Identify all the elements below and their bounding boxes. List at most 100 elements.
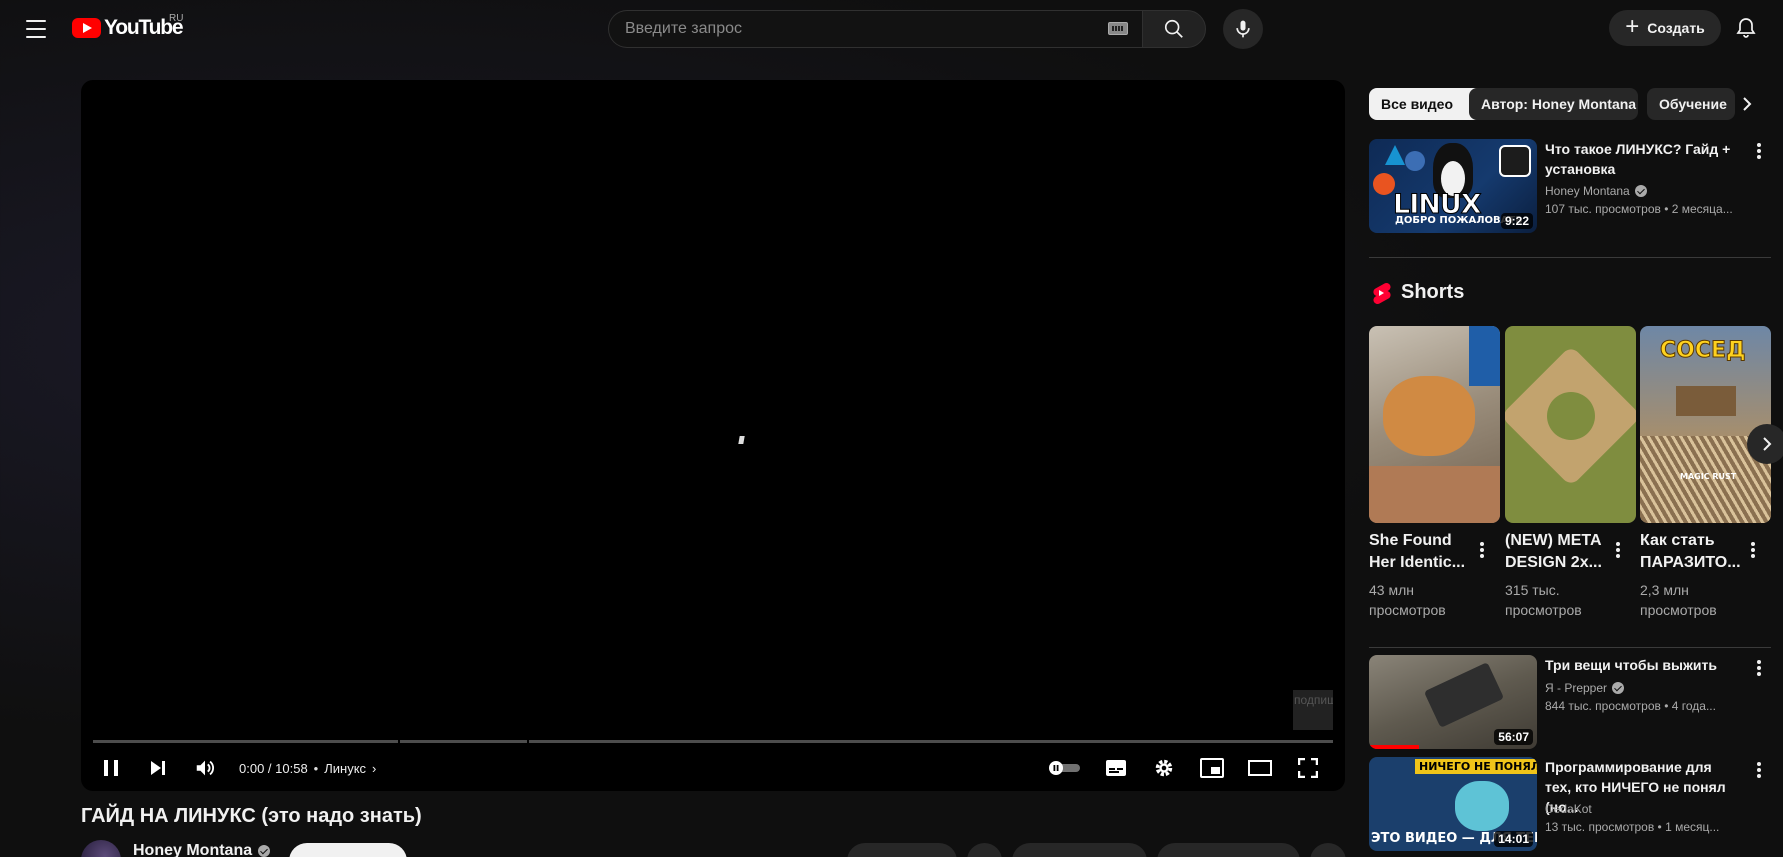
share-button[interactable] xyxy=(1012,843,1147,857)
theater-mode-button[interactable] xyxy=(1240,748,1280,788)
fullscreen-button[interactable] xyxy=(1288,748,1328,788)
short-views: 43 млн просмотров xyxy=(1369,582,1446,618)
video-channel[interactable]: Я - Prepper xyxy=(1545,681,1607,695)
duration-badge: 56:07 xyxy=(1494,729,1533,745)
search-button[interactable] xyxy=(1142,10,1206,48)
channel-name-row[interactable]: Honey Montana xyxy=(133,842,271,857)
verified-icon xyxy=(1612,682,1625,694)
more-vert-icon[interactable] xyxy=(1615,540,1621,560)
ubuntu-icon xyxy=(1373,173,1395,195)
divider xyxy=(1369,647,1771,648)
autoplay-toggle[interactable] xyxy=(1044,748,1084,788)
video-thumbnail[interactable]: НИЧЕГО НЕ ПОНЯЛ? ЭТО ВИДЕО — ДЛЯ ТЕБЯ 14… xyxy=(1369,757,1537,851)
notifications-bell-icon[interactable] xyxy=(1734,16,1758,40)
video-channel[interactable]: DedaKot xyxy=(1545,802,1592,816)
gear-icon xyxy=(1155,759,1173,777)
settings-button[interactable] xyxy=(1144,748,1184,788)
verified-icon xyxy=(1634,185,1647,197)
chevron-right-icon[interactable] xyxy=(1737,94,1757,114)
chip-author[interactable]: Автор: Honey Montana xyxy=(1469,88,1638,120)
search-box xyxy=(608,10,1142,48)
subscribe-button[interactable] xyxy=(289,843,407,857)
clip-button[interactable] xyxy=(1157,843,1300,857)
video-thumbnail[interactable]: 56:07 xyxy=(1369,655,1537,749)
video-meta: 13 тыс. просмотров • 1 месяц... xyxy=(1545,820,1720,834)
youtube-logo[interactable]: YouTube xyxy=(72,16,184,40)
chevron-right-icon[interactable]: › xyxy=(372,761,376,776)
short-title[interactable]: She Found Her Identic... xyxy=(1369,530,1469,574)
player-controls: 0:00 / 10:58 • Линукс › xyxy=(81,748,1345,788)
watch-progress xyxy=(1369,745,1420,749)
microphone-icon xyxy=(1236,20,1250,38)
video-channel-row[interactable]: Honey Montana xyxy=(1545,184,1647,198)
more-vert-icon[interactable] xyxy=(1756,760,1762,780)
create-label: Создать xyxy=(1647,20,1705,36)
keyboard-icon[interactable] xyxy=(1108,22,1128,35)
chevron-right-icon xyxy=(1763,437,1772,451)
more-vert-icon[interactable] xyxy=(1479,540,1485,560)
cat-image xyxy=(1383,376,1475,456)
terminal-icon xyxy=(1499,145,1531,177)
arch-icon xyxy=(1385,145,1405,165)
video-meta: 107 тыс. просмотров • 2 месяца... xyxy=(1545,202,1733,216)
progress-bar[interactable] xyxy=(93,740,1333,743)
pause-button[interactable] xyxy=(91,748,131,788)
short-thumbnail[interactable] xyxy=(1369,326,1500,523)
duration-badge: 14:01 xyxy=(1494,831,1533,847)
like-button[interactable] xyxy=(847,843,957,857)
create-button[interactable]: + Создать xyxy=(1609,10,1721,46)
video-thumbnail[interactable]: LINUX ДОБРО ПОЖАЛОВАТЬ 9:22 xyxy=(1369,139,1537,233)
thumbnail-text: НИЧЕГО НЕ ПОНЯЛ? xyxy=(1415,759,1537,774)
next-button[interactable] xyxy=(138,748,178,788)
search-input[interactable] xyxy=(625,20,1065,38)
plus-icon: + xyxy=(1625,13,1640,40)
volume-icon xyxy=(196,760,214,776)
more-actions-button[interactable] xyxy=(1310,843,1346,857)
video-meta: 844 тыс. просмотров • 4 года... xyxy=(1545,699,1716,713)
fullscreen-icon xyxy=(1298,758,1318,778)
monster-character xyxy=(1455,781,1509,831)
video-title[interactable]: Три вещи чтобы выжить xyxy=(1545,655,1740,675)
chapter-segment[interactable] xyxy=(400,740,527,743)
skip-next-icon xyxy=(151,761,165,775)
video-title[interactable]: Что такое ЛИНУКС? Гайд + установка xyxy=(1545,139,1740,179)
chapter-segment[interactable] xyxy=(529,740,1333,743)
duration-badge: 9:22 xyxy=(1500,213,1533,229)
subtitles-button[interactable] xyxy=(1096,748,1136,788)
miniplayer-button[interactable] xyxy=(1192,748,1232,788)
short-views: 2,3 млн просмотров xyxy=(1640,582,1717,618)
chip-all-videos[interactable]: Все видео xyxy=(1369,88,1483,120)
short-title[interactable]: (NEW) META DESIGN 2x... xyxy=(1505,530,1605,574)
verified-icon xyxy=(258,845,271,857)
youtube-play-icon xyxy=(72,18,101,38)
chapter-title[interactable]: Линукс xyxy=(324,761,366,776)
video-player[interactable] xyxy=(81,80,1345,791)
shorts-icon xyxy=(1373,282,1391,305)
divider xyxy=(1369,257,1771,258)
volume-button[interactable] xyxy=(185,748,225,788)
short-thumbnail-text: СОСЕД xyxy=(1660,338,1747,364)
channel-name[interactable]: Honey Montana xyxy=(133,842,252,857)
more-vert-icon[interactable] xyxy=(1756,141,1762,161)
more-vert-icon[interactable] xyxy=(1750,540,1756,560)
video-channel-row[interactable]: Я - Prepper xyxy=(1545,681,1625,695)
short-thumbnail[interactable]: СОСЕД MAGIC RUST xyxy=(1640,326,1771,523)
subtitles-icon xyxy=(1106,760,1126,776)
channel-avatar[interactable] xyxy=(81,840,121,857)
chip-learning[interactable]: Обучение xyxy=(1647,88,1735,120)
voice-search-button[interactable] xyxy=(1223,9,1263,49)
chapter-segment[interactable] xyxy=(93,740,398,743)
more-vert-icon[interactable] xyxy=(1756,658,1762,678)
short-thumbnail[interactable] xyxy=(1505,326,1636,523)
shorts-next-button[interactable] xyxy=(1747,424,1783,464)
channel-watermark[interactable]: подпишись! xyxy=(1293,690,1333,730)
time-display: 0:00 / 10:58 • Линукс › xyxy=(239,760,377,776)
menu-icon[interactable] xyxy=(24,17,48,41)
theater-mode-icon xyxy=(1248,760,1272,776)
video-channel[interactable]: Honey Montana xyxy=(1545,184,1630,198)
autoplay-toggle-icon xyxy=(1049,761,1080,775)
shorts-heading: Shorts xyxy=(1401,281,1465,303)
short-title[interactable]: Как стать ПАРАЗИТО... xyxy=(1640,530,1741,574)
pause-icon xyxy=(104,760,118,776)
save-button[interactable] xyxy=(967,843,1002,857)
